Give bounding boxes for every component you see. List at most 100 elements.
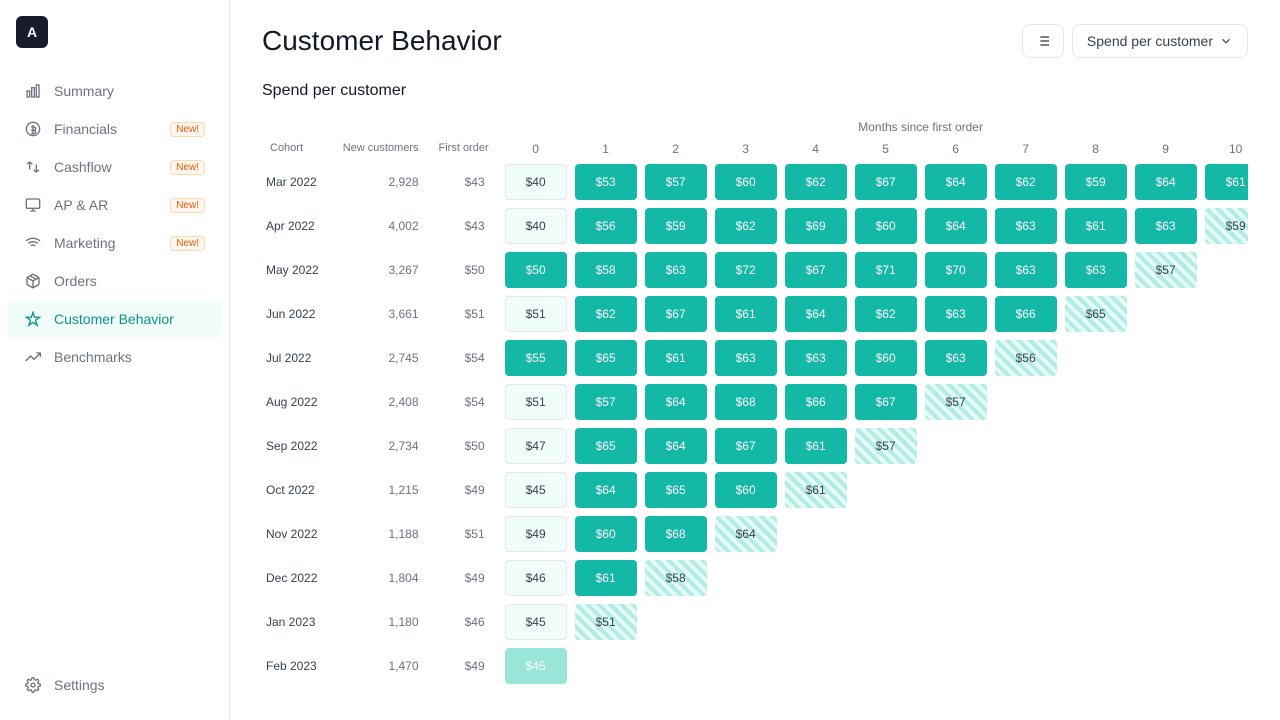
cell-value-2-8: $63 [1065,252,1127,288]
cell-8-9 [1131,512,1201,556]
cell-value-0-10: $61 [1205,164,1248,200]
cohort-label: Feb 2023 [262,644,335,688]
table-row: Feb 20231,470$49$45 [262,644,1248,688]
col-header-5: 2 [641,138,711,160]
page-title: Customer Behavior [262,25,502,57]
cell-11-4 [781,644,851,688]
cell-value-7-0: $45 [505,472,567,508]
cell-8-4 [781,512,851,556]
cell-11-10 [1201,644,1248,688]
cell-7-5 [851,468,921,512]
cell-value-0-4: $62 [785,164,847,200]
cell-7-0: $45 [501,468,571,512]
sidebar-item-marketing[interactable]: Marketing New! [8,224,221,262]
new-customers-value: 2,734 [335,424,431,468]
cell-6-8 [1061,424,1131,468]
cell-5-6: $57 [921,380,991,424]
sidebar-item-customer-behavior[interactable]: Customer Behavior [8,300,221,338]
sidebar-item-financials[interactable]: Financials New! [8,110,221,148]
cell-5-0: $51 [501,380,571,424]
first-order-value: $50 [431,424,501,468]
cell-6-1: $65 [571,424,641,468]
cell-3-0: $51 [501,292,571,336]
cell-11-7 [991,644,1061,688]
cell-value-0-9: $64 [1135,164,1197,200]
cell-value-2-4: $67 [785,252,847,288]
cell-6-7 [991,424,1061,468]
cell-value-4-6: $63 [925,340,987,376]
cell-3-8: $65 [1061,292,1131,336]
col-header-6: 3 [711,138,781,160]
sidebar-item-benchmarks[interactable]: Benchmarks [8,338,221,376]
cell-3-9 [1131,292,1201,336]
page-header: Customer Behavior Spend per customer [262,24,1248,58]
new-badge: New! [170,160,205,175]
cell-value-5-6: $57 [925,384,987,420]
cell-2-9: $57 [1131,248,1201,292]
sidebar-item-orders[interactable]: Orders [8,262,221,300]
cell-value-0-3: $60 [715,164,777,200]
cohort-label: May 2022 [262,248,335,292]
filter-button[interactable] [1022,24,1064,58]
cell-10-5 [851,600,921,644]
cell-0-10: $61 [1201,160,1248,204]
cell-value-6-2: $64 [645,428,707,464]
cell-0-7: $62 [991,160,1061,204]
cell-2-6: $70 [921,248,991,292]
table-row: Jan 20231,180$46$45$51 [262,600,1248,644]
cohort-table: Months since first order CohortNew custo… [262,116,1248,688]
cell-1-9: $63 [1131,204,1201,248]
filter-icon [1035,33,1051,49]
new-customers-value: 2,928 [335,160,431,204]
header-controls: Spend per customer [1022,24,1248,58]
sidebar-item-cashflow[interactable]: Cashflow New! [8,148,221,186]
cell-value-6-5: $57 [855,428,917,464]
cell-2-5: $71 [851,248,921,292]
cell-4-9 [1131,336,1201,380]
cell-3-5: $62 [851,292,921,336]
cell-11-8 [1061,644,1131,688]
sidebar-item-summary[interactable]: Summary [8,72,221,110]
section-title: Spend per customer [262,82,1248,100]
sidebar-item-label: Marketing [54,235,115,251]
cell-value-0-2: $57 [645,164,707,200]
cell-value-1-8: $61 [1065,208,1127,244]
cell-3-2: $67 [641,292,711,336]
cell-11-5 [851,644,921,688]
cell-1-5: $60 [851,204,921,248]
cell-3-10 [1201,292,1248,336]
first-order-value: $54 [431,336,501,380]
cell-11-9 [1131,644,1201,688]
view-dropdown[interactable]: Spend per customer [1072,24,1248,58]
cell-value-9-1: $61 [575,560,637,596]
table-row: Apr 20224,002$43$40$56$59$62$69$60$64$63… [262,204,1248,248]
cell-8-3: $64 [711,512,781,556]
cell-2-2: $63 [641,248,711,292]
cell-6-9 [1131,424,1201,468]
sidebar-item-settings[interactable]: Settings [8,666,221,704]
cell-2-3: $72 [711,248,781,292]
cell-value-3-7: $66 [995,296,1057,332]
cell-value-6-3: $67 [715,428,777,464]
sidebar-item-ap-ar[interactable]: AP & AR New! [8,186,221,224]
cell-6-2: $64 [641,424,711,468]
cell-value-2-1: $58 [575,252,637,288]
cell-7-7 [991,468,1061,512]
cohort-label: Mar 2022 [262,160,335,204]
cell-10-8 [1061,600,1131,644]
cell-value-0-8: $59 [1065,164,1127,200]
first-order-value: $49 [431,556,501,600]
cell-5-9 [1131,380,1201,424]
cohort-table-wrapper: Months since first order CohortNew custo… [262,116,1248,688]
col-header-9: 6 [921,138,991,160]
cell-5-4: $66 [781,380,851,424]
first-order-value: $43 [431,160,501,204]
col-header-3: 0 [501,138,571,160]
monitor-icon [24,196,42,214]
cell-10-9 [1131,600,1201,644]
table-row: Sep 20222,734$50$47$65$64$67$61$57 [262,424,1248,468]
cell-4-6: $63 [921,336,991,380]
cell-value-6-0: $47 [505,428,567,464]
cell-10-4 [781,600,851,644]
cell-value-0-1: $53 [575,164,637,200]
